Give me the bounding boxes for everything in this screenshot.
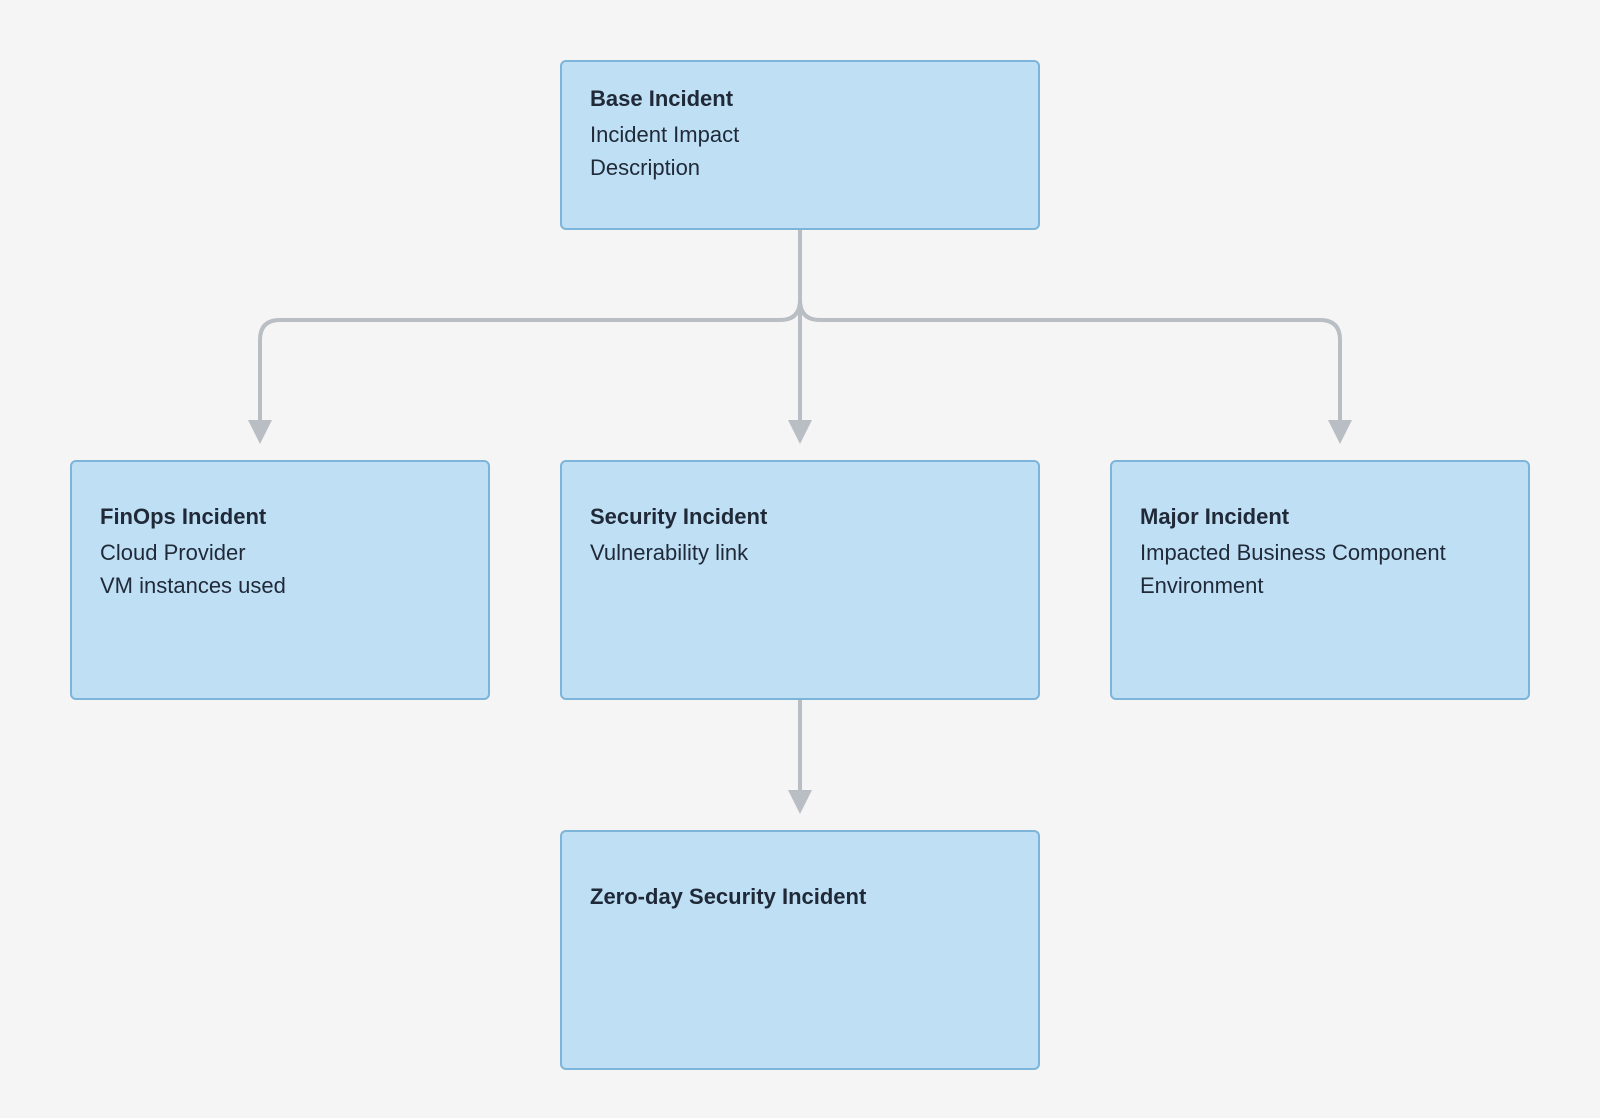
- node-title: Major Incident: [1140, 504, 1500, 530]
- node-security-incident: Security Incident Vulnerability link: [560, 460, 1040, 700]
- node-title: Security Incident: [590, 504, 1010, 530]
- node-zeroday-incident: Zero-day Security Incident: [560, 830, 1040, 1070]
- node-field: VM instances used: [100, 569, 460, 602]
- node-finops-incident: FinOps Incident Cloud Provider VM instan…: [70, 460, 490, 700]
- node-title: Base Incident: [590, 86, 1010, 112]
- node-major-incident: Major Incident Impacted Business Compone…: [1110, 460, 1530, 700]
- node-field: Vulnerability link: [590, 536, 1010, 569]
- node-field: Impacted Business Component: [1140, 536, 1500, 569]
- node-base-incident: Base Incident Incident Impact Descriptio…: [560, 60, 1040, 230]
- node-field: Description: [590, 151, 1010, 184]
- node-field: Incident Impact: [590, 118, 1010, 151]
- node-field: Environment: [1140, 569, 1500, 602]
- node-field: Cloud Provider: [100, 536, 460, 569]
- incident-hierarchy-diagram: Base Incident Incident Impact Descriptio…: [0, 0, 1600, 1118]
- node-title: Zero-day Security Incident: [590, 884, 1010, 910]
- node-title: FinOps Incident: [100, 504, 460, 530]
